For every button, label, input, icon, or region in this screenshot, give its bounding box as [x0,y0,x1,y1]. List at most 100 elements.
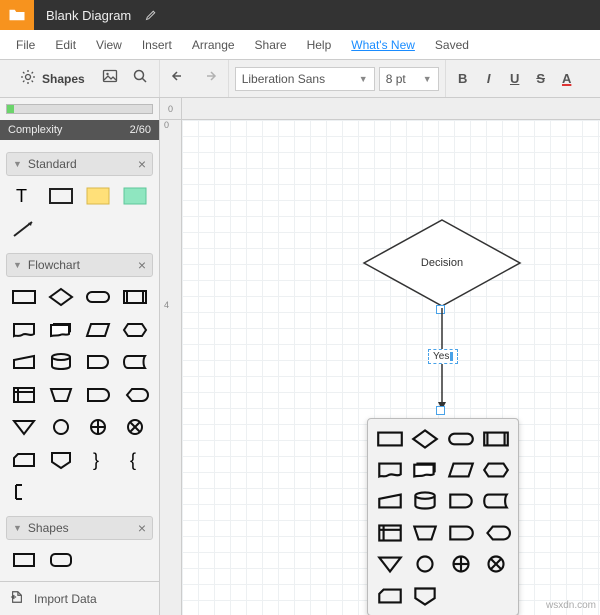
shape-connector[interactable] [45,413,78,441]
shape-process[interactable] [8,283,41,311]
font-size-select[interactable]: 8 pt ▼ [379,67,439,91]
shape-merge[interactable] [8,413,41,441]
shape-document[interactable] [8,315,41,343]
shape-or[interactable] [82,413,115,441]
shape-offpage[interactable] [45,445,78,473]
close-icon[interactable]: × [138,156,146,172]
connector-label-editor[interactable]: Yes [428,349,458,364]
shape-note-green[interactable] [118,182,151,210]
toolbar: Shapes Liberation Sans ▼ 8 pt [0,60,600,98]
category-flowchart-header[interactable]: ▼ Flowchart × [6,253,153,277]
menu-file[interactable]: File [6,38,45,52]
close-icon[interactable]: × [138,257,146,273]
shape-manual-op[interactable] [45,380,78,408]
picker-subprocess[interactable] [481,425,513,452]
connector-end-handle[interactable] [436,406,445,415]
shape-preparation[interactable] [118,315,151,343]
shape-data[interactable] [82,315,115,343]
shape-rectangle[interactable] [45,182,78,210]
standard-shapes-grid: T [6,176,153,245]
picker-internal-storage[interactable] [374,519,406,546]
picker-data[interactable] [445,456,477,483]
picker-process[interactable] [374,425,406,452]
shape-arrow[interactable] [8,214,41,242]
picker-delay[interactable] [445,488,477,515]
shape-note[interactable] [8,478,41,506]
decision-shape[interactable]: Decision [362,218,522,308]
shape-summing[interactable] [118,413,151,441]
picker-terminator[interactable] [445,425,477,452]
picker-connector[interactable] [410,551,442,578]
shape-card[interactable] [8,445,41,473]
menu-arrange[interactable]: Arrange [182,38,245,52]
menu-insert[interactable]: Insert [132,38,182,52]
font-family-select[interactable]: Liberation Sans ▼ [235,67,375,91]
shape-delay[interactable] [82,348,115,376]
insert-image-button[interactable] [97,66,123,92]
picker-decision[interactable] [410,425,442,452]
shape-internal-storage[interactable] [8,380,41,408]
shape-display[interactable] [118,380,151,408]
picker-merge[interactable] [374,551,406,578]
complexity-meter [6,104,153,114]
picker-manual-op[interactable] [410,519,442,546]
close-icon[interactable]: × [138,520,146,536]
shape-delay2[interactable] [82,380,115,408]
shape-decision[interactable] [45,283,78,311]
shape-brace-close[interactable]: } [82,445,115,473]
shape-multidoc[interactable] [45,315,78,343]
picker-stored-data[interactable] [481,488,513,515]
undo-button[interactable] [166,66,192,92]
category-shapes-header[interactable]: ▼ Shapes × [6,516,153,540]
bold-button[interactable]: B [452,71,474,86]
picker-manual-input[interactable] [374,488,406,515]
ruler-vertical[interactable]: 0 4 [160,120,182,615]
shape-manual-input[interactable] [8,348,41,376]
redo-button[interactable] [196,66,222,92]
picker-or[interactable] [445,551,477,578]
menu-view[interactable]: View [86,38,132,52]
text-color-button[interactable]: A [556,71,578,86]
underline-button[interactable]: U [504,71,526,86]
chevron-down-icon: ▼ [359,74,368,84]
picker-delay2[interactable] [445,519,477,546]
canvas[interactable]: Decision Yes [182,120,600,615]
picker-display[interactable] [481,519,513,546]
shape-note-yellow[interactable] [82,182,115,210]
menu-edit[interactable]: Edit [45,38,86,52]
ruler-horizontal[interactable] [182,98,600,120]
ruler-corner: 0 [160,98,182,120]
menu-whats-new[interactable]: What's New [341,38,425,52]
picker-preparation[interactable] [481,456,513,483]
shape-database[interactable] [45,348,78,376]
picker-multidoc[interactable] [410,456,442,483]
app-folder-icon[interactable] [0,0,34,30]
picker-card[interactable] [374,582,406,609]
picker-document[interactable] [374,456,406,483]
picker-database[interactable] [410,488,442,515]
shape-brace-open[interactable]: { [118,445,151,473]
import-data-button[interactable]: Import Data [0,581,159,615]
shapes-label: Shapes [42,72,85,86]
strikethrough-button[interactable]: S [530,71,552,86]
menu-help[interactable]: Help [297,38,342,52]
image-icon [102,68,118,89]
shape-stored-data[interactable] [118,348,151,376]
shapes-panel-toggle[interactable]: Shapes [12,66,93,92]
shape-subprocess[interactable] [118,283,151,311]
shape-terminator[interactable] [82,283,115,311]
italic-button[interactable]: I [478,71,500,86]
edit-title-icon[interactable] [145,9,157,21]
menu-share[interactable]: Share [245,38,297,52]
picker-summing[interactable] [481,551,513,578]
chevron-down-icon: ▼ [13,260,22,270]
shape-roundrect[interactable] [45,546,78,574]
document-title[interactable]: Blank Diagram [46,8,131,23]
shape-text[interactable]: T [8,182,41,210]
complexity-value: 2/60 [130,124,151,136]
picker-offpage[interactable] [410,582,442,609]
category-standard-header[interactable]: ▼ Standard × [6,152,153,176]
shape-rect[interactable] [8,546,41,574]
import-label: Import Data [34,592,97,606]
search-button[interactable] [127,66,153,92]
